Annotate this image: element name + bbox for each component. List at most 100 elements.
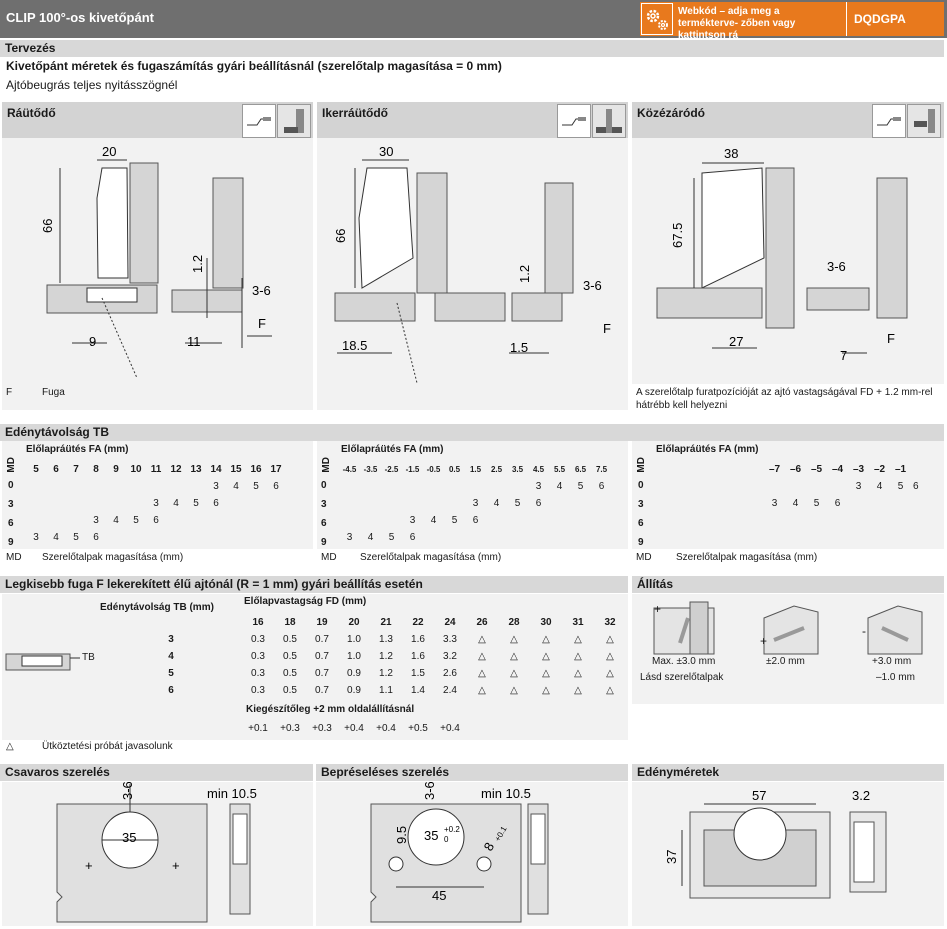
fuga-cell: 0.3 (251, 634, 265, 645)
webcode-banner[interactable]: Webkód – adja meg a termékterve- zőben v… (640, 2, 944, 41)
tb-col-header: -4.5 (342, 465, 357, 474)
tb-col-header: 9 (113, 464, 119, 475)
tb-col-header: 7 (73, 464, 79, 475)
hinge-icon (242, 104, 276, 138)
tb3-fa-label: Előlapráütés FA (mm) (656, 444, 759, 455)
fuga-grid: 16 18 19 20 21 22 24 26 28 30 31 32 3 0.3 0.5 0.7 1.0 1.3… (100, 614, 626, 699)
tb-cell (528, 512, 549, 529)
section-tb: Edénytávolság TB (0, 424, 944, 441)
tb-col-header: –3 (852, 464, 865, 475)
fuga-cell: △ (478, 634, 486, 645)
fd-col-header: 18 (284, 617, 296, 628)
tb-cell (528, 529, 549, 546)
kieg-cell: +0.4 (344, 723, 364, 734)
allitas-depth-note: Lásd szerelőtalpak (640, 672, 724, 683)
tb-cell: 5 (388, 532, 395, 543)
tb-col-header: 11 (150, 464, 162, 475)
dim-3-6: 3-6 (422, 782, 437, 800)
table-row: 4 0.3 0.5 0.7 1.0 1.2 1.6 3.2 △ △ △ △ △ (100, 648, 626, 665)
tb-col-header: 5.5 (553, 465, 566, 474)
tb-cell (911, 512, 921, 529)
fd-col-header: 31 (572, 617, 584, 628)
fuga-cell: 1.2 (379, 651, 393, 662)
tb-col-header: -1.5 (405, 465, 420, 474)
tb-cell: 5 (897, 481, 904, 492)
fuga-cell: △ (606, 685, 614, 696)
csavaros-panel: + + 3-6 min 10.5 35 (2, 781, 313, 926)
minus-sign: - (862, 624, 866, 638)
tb-cell (806, 529, 827, 546)
tb-col-header: -3.5 (363, 465, 378, 474)
kieg-grid: +0.1 +0.3 +0.3 +0.4 +0.4 +0.5 +0.4 (242, 720, 466, 737)
edeny-panel: 57 3.2 37 (632, 782, 944, 926)
allitas-depth-value: Max. ±3.0 mm (652, 656, 716, 667)
tb-cell (266, 529, 286, 546)
fuga-cell: 0.7 (315, 685, 329, 696)
table-row: +0.1 +0.3 +0.3 +0.4 +0.4 +0.5 +0.4 (242, 720, 466, 737)
fuga-cell: 0.7 (315, 668, 329, 679)
table-row: 3456 (26, 529, 286, 546)
fuga-cell: 1.1 (379, 685, 393, 696)
tb-col-header: –7 (768, 464, 781, 475)
tb-cell (86, 495, 106, 512)
twin-overlay-icon (592, 104, 626, 138)
gear-icon[interactable] (641, 3, 673, 35)
fuga-label: Fuga (42, 387, 65, 398)
tb-cell (246, 495, 266, 512)
tb-cell: 3 (93, 515, 99, 526)
dim-35: 35 (122, 830, 136, 845)
tb-md-value: 0 (8, 480, 14, 491)
tb-cell: 5 (577, 481, 584, 492)
fuga-cell: 0.9 (347, 668, 361, 679)
tb-cell (166, 478, 186, 495)
dim-1-2: 1.2 (190, 255, 205, 273)
overlay-door-icon (277, 104, 311, 138)
tb-cell: 5 (253, 481, 259, 492)
blank-cell (100, 614, 242, 631)
fuga-cell: △ (510, 651, 518, 662)
tb-cell: 3 (213, 481, 219, 492)
legkisebb-panel: TB Edénytávolság TB (mm) Előlapvastagság… (2, 594, 628, 740)
tb-cell (890, 529, 911, 546)
ikerrautodo-drawing: 30 66 1.2 3-6 18.5 1.5 F (333, 144, 611, 384)
tb-cell: 4 (876, 481, 883, 492)
tb-col-header: 10 (130, 464, 142, 475)
dim-27: 27 (729, 334, 743, 349)
tb-cell (423, 529, 444, 546)
dim-min-10-5: min 10.5 (207, 786, 257, 801)
fd-col-header: 22 (412, 617, 424, 628)
tb-grid: 5 6 7 8 9 10 11 12 13 14 15 16 17 3 4 5 6 3 4 5 6 3 4 5 6 3 4 5 6 (26, 461, 286, 546)
panel-ikerrautodo: 30 66 1.2 3-6 18.5 1.5 F (317, 138, 628, 410)
tb-cell (166, 529, 186, 546)
fuga-cell: △ (542, 634, 550, 645)
bepreseleses-drawing: 3-6 min 10.5 35 +0.2 0 9.5 45 8 +0.1 (370, 781, 549, 923)
dim-35: 35 (424, 828, 438, 843)
inset-door-icon (907, 104, 941, 138)
tb-cell: 5 (514, 498, 521, 509)
tb-cell (764, 529, 785, 546)
dim-37: 37 (664, 850, 679, 864)
dim-35-sup: +0.2 (444, 825, 460, 834)
tb2-fa-label: Előlapráütés FA (mm) (341, 444, 444, 455)
tb-cell (339, 478, 360, 495)
hinge-icon (872, 104, 906, 138)
tb-cell (26, 512, 46, 529)
fd-col-header: 32 (604, 617, 616, 628)
tb-col-header: 1.5 (469, 465, 482, 474)
tb-cell: 4 (430, 515, 437, 526)
fuga-cell: △ (478, 668, 486, 679)
tb-cell: 3 (855, 481, 862, 492)
dim-9-5: 9.5 (394, 826, 409, 844)
adjust-height-diagram (867, 605, 923, 655)
tb1-md: MD (6, 457, 17, 473)
note-text: Ütköztetési próbát javasolunk (42, 741, 173, 752)
tb-cell (126, 529, 146, 546)
tb-col-header: 6 (53, 464, 59, 475)
tb-col-header: –2 (873, 464, 886, 475)
tb-cell (848, 495, 869, 512)
fuga-cell: 2.4 (443, 685, 457, 696)
tb-cell (507, 529, 528, 546)
table-row: 3456 (764, 478, 921, 495)
webcode-code[interactable]: DQDGPA (854, 12, 906, 26)
tb-cell (869, 529, 890, 546)
